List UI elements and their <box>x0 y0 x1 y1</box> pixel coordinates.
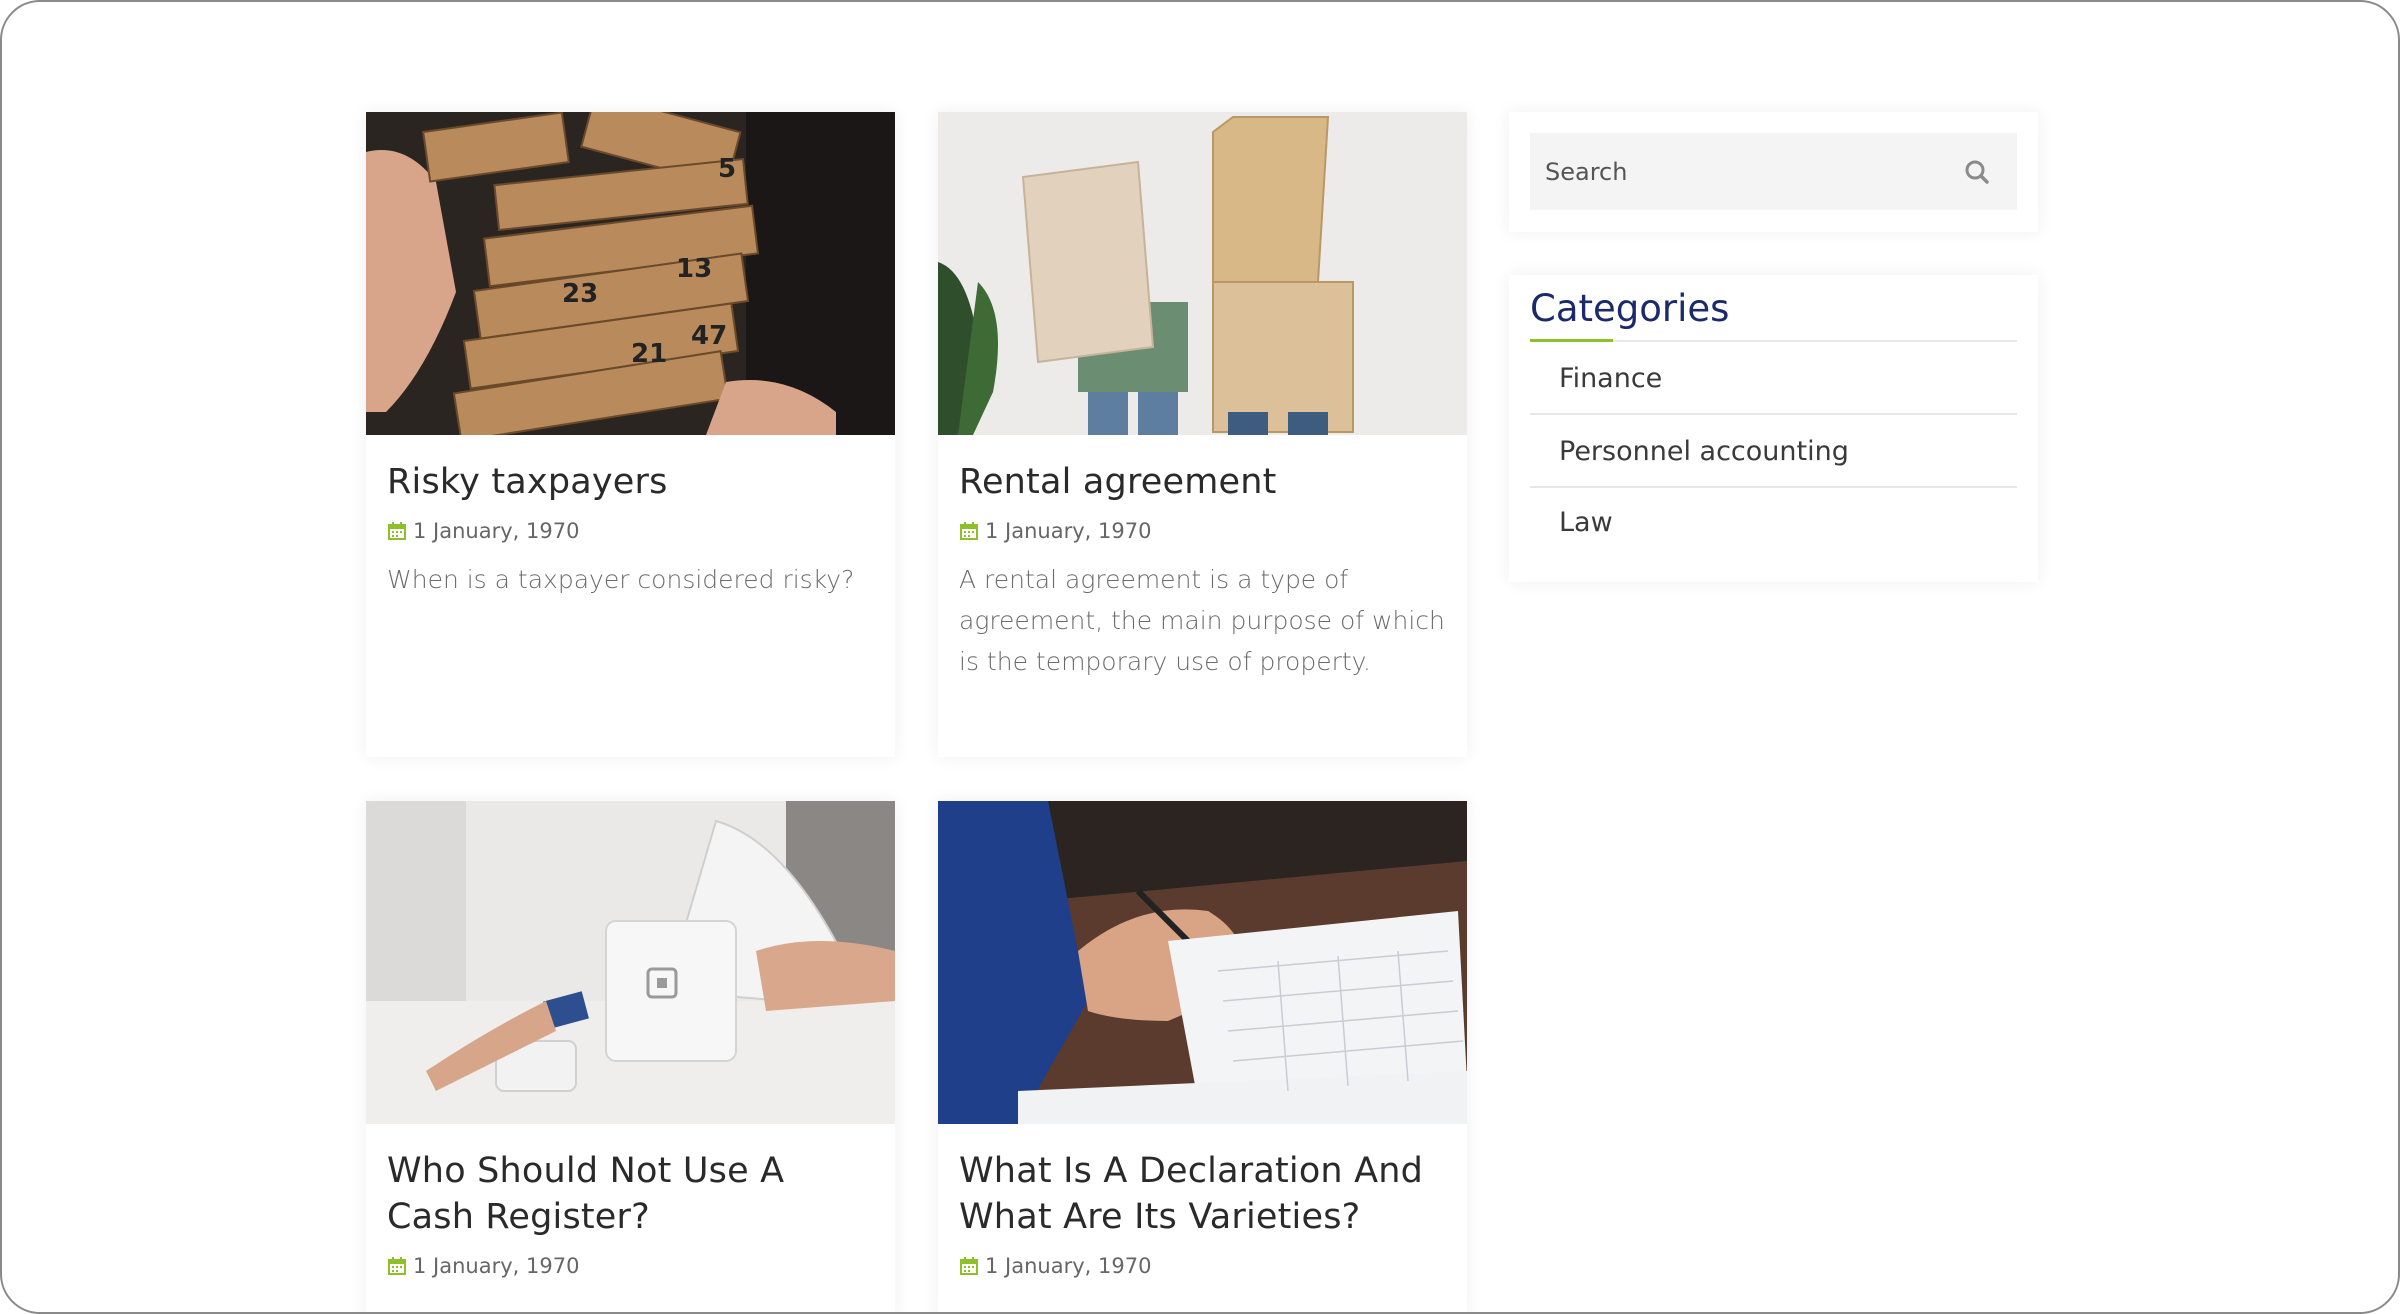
browser-viewport: 13 23 21 47 5 Risky taxpayers 1 January,… <box>0 0 2400 1314</box>
post-date-text: 1 January, 1970 <box>413 1254 580 1278</box>
search-widget <box>1509 112 2038 232</box>
svg-text:5: 5 <box>718 154 736 184</box>
post-title[interactable]: Risky taxpayers <box>387 459 874 505</box>
calendar-icon <box>388 522 406 540</box>
post-date: 1 January, 1970 <box>387 1254 874 1278</box>
post-card[interactable]: What Is A Declaration And What Are Its V… <box>938 801 1467 1312</box>
post-date: 1 January, 1970 <box>959 1254 1446 1278</box>
search-button[interactable] <box>1959 154 1995 190</box>
categories-underline <box>1530 339 1613 342</box>
categories-list: Finance Personnel accounting Law <box>1530 342 2017 558</box>
post-excerpt: When is a taxpayer considered risky? <box>387 565 855 594</box>
search-input[interactable] <box>1545 157 1945 186</box>
search-icon <box>1965 160 1989 184</box>
category-item-personnel-accounting[interactable]: Personnel accounting <box>1530 415 2017 488</box>
calendar-icon <box>960 522 978 540</box>
post-image-boxes[interactable] <box>938 112 1467 435</box>
post-date: 1 January, 1970 <box>959 519 1446 543</box>
post-date-text: 1 January, 1970 <box>985 519 1152 543</box>
post-date-text: 1 January, 1970 <box>413 519 580 543</box>
post-image-terminal[interactable] <box>366 801 895 1124</box>
post-card[interactable]: 13 23 21 47 5 Risky taxpayers 1 January,… <box>366 112 895 757</box>
search-box <box>1530 133 2017 210</box>
post-title[interactable]: Who Should Not Use A Cash Register? <box>387 1148 874 1240</box>
post-excerpt: A rental agreement is a type of agreemen… <box>959 565 1445 676</box>
calendar-icon <box>388 1257 406 1275</box>
categories-widget: Categories Finance Personnel accounting … <box>1509 275 2038 582</box>
post-card[interactable]: Rental agreement 1 January, 1970 A renta… <box>938 112 1467 757</box>
post-image-jenga[interactable]: 13 23 21 47 5 <box>366 112 895 435</box>
svg-text:21: 21 <box>631 339 667 369</box>
post-date-text: 1 January, 1970 <box>985 1254 1152 1278</box>
post-image-signing[interactable] <box>938 801 1467 1124</box>
post-title[interactable]: What Is A Declaration And What Are Its V… <box>959 1148 1446 1240</box>
svg-text:23: 23 <box>562 279 598 309</box>
post-card[interactable]: Who Should Not Use A Cash Register? 1 Ja… <box>366 801 895 1312</box>
categories-heading-wrap: Categories <box>1530 275 2017 342</box>
post-title[interactable]: Rental agreement <box>959 459 1446 505</box>
post-date: 1 January, 1970 <box>387 519 874 543</box>
calendar-icon <box>960 1257 978 1275</box>
svg-text:47: 47 <box>691 321 727 351</box>
category-item-law[interactable]: Law <box>1530 488 2017 558</box>
categories-title: Categories <box>1530 287 1730 330</box>
category-item-finance[interactable]: Finance <box>1530 342 2017 415</box>
svg-text:13: 13 <box>676 254 712 284</box>
